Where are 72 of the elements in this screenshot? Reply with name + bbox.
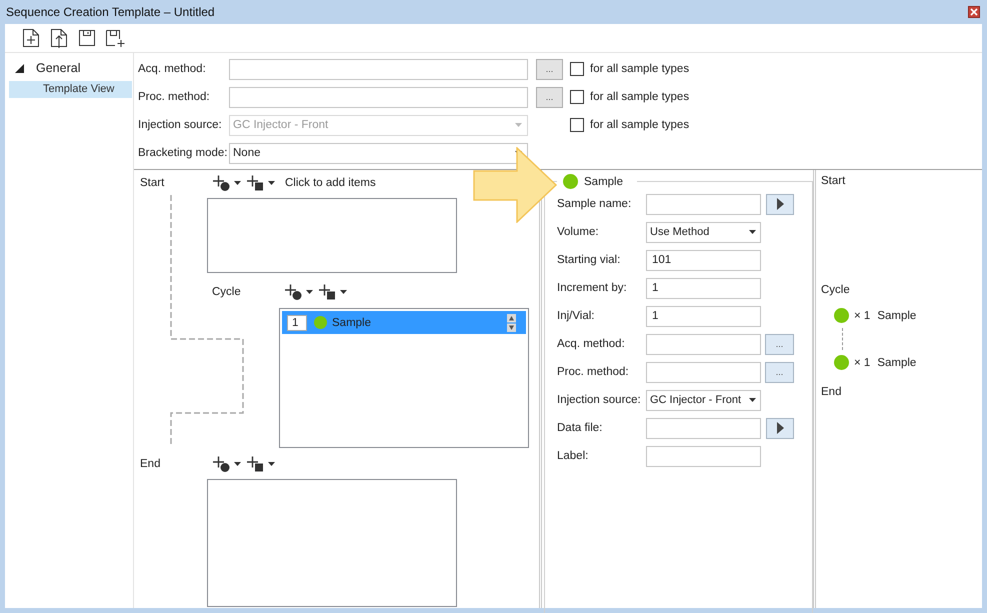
play-icon — [776, 422, 784, 434]
run-button[interactable] — [766, 418, 794, 438]
add-item-button[interactable] — [246, 455, 277, 472]
field-label: Acq. method: — [557, 338, 626, 350]
section-label: Start — [140, 176, 166, 188]
input-field[interactable] — [229, 86, 528, 108]
group-title: Sample — [584, 176, 623, 188]
dropdown[interactable]: None — [229, 142, 528, 164]
field-label: Increment by: — [557, 282, 628, 294]
field-label: Injection source: — [557, 394, 642, 406]
input-field[interactable] — [229, 58, 528, 80]
input-field[interactable] — [646, 418, 761, 438]
field-label: Label: — [557, 450, 590, 462]
section-label: End — [140, 458, 162, 470]
sidebar-group[interactable]: General — [36, 61, 80, 75]
section-label: Cycle — [821, 284, 851, 298]
input-field[interactable]: 1 — [646, 306, 761, 326]
count-field[interactable]: 1 — [287, 314, 307, 330]
field-label: Volume: — [557, 226, 600, 238]
caret-icon — [515, 123, 522, 127]
section-label: Cycle — [212, 286, 242, 298]
input-field[interactable] — [646, 446, 761, 466]
sidebar-item[interactable]: Template View — [9, 81, 132, 98]
start-list[interactable] — [207, 198, 457, 273]
play-icon — [776, 198, 784, 210]
end-list[interactable] — [207, 479, 457, 607]
checkbox-label: for all sample types — [590, 63, 690, 75]
input-field[interactable]: 101 — [646, 250, 761, 270]
dropdown[interactable]: Use Method — [646, 222, 761, 242]
close-button[interactable] — [968, 6, 980, 18]
browse-button[interactable]: ... — [536, 86, 563, 108]
count-text: × 1 — [854, 310, 870, 322]
count-text: × 1 — [854, 356, 870, 368]
caret-icon — [749, 398, 756, 402]
input-field[interactable] — [646, 334, 761, 354]
add-sample-button[interactable] — [284, 283, 315, 300]
field-label: Data file: — [557, 422, 604, 434]
browse-button[interactable]: ... — [765, 334, 794, 354]
run-button[interactable] — [766, 194, 794, 214]
section-label: End — [821, 386, 842, 400]
input-field[interactable]: 1 — [646, 278, 761, 298]
checkbox[interactable] — [570, 90, 584, 104]
field-label: Sample name: — [557, 198, 632, 210]
checkbox-label: for all sample types — [590, 119, 690, 131]
section-label: Start — [821, 175, 846, 189]
browse-button[interactable]: ... — [765, 362, 794, 382]
add-item-button[interactable] — [318, 283, 349, 300]
item-name: Sample — [332, 316, 372, 328]
add-sample-button[interactable] — [212, 455, 243, 472]
window-title: Sequence Creation Template – Untitled — [6, 5, 215, 19]
field-label: Proc. method: — [138, 91, 211, 103]
input-field[interactable] — [646, 194, 761, 214]
cycle-item[interactable]: 1 Sample — [282, 311, 526, 334]
spinner-icon[interactable] — [507, 314, 516, 332]
input-field[interactable] — [646, 362, 761, 382]
field-label: Bracketing mode: — [138, 147, 228, 159]
expand-triangle-icon[interactable] — [15, 64, 24, 72]
item-name: Sample — [877, 310, 916, 322]
field-label: Proc. method: — [557, 366, 630, 378]
item-name: Sample — [877, 356, 916, 368]
browse-button[interactable]: ... — [536, 58, 563, 80]
field-label: Inj/Vial: — [557, 310, 596, 322]
field-label: Starting vial: — [557, 254, 622, 266]
checkbox-label: for all sample types — [590, 91, 690, 103]
checkbox[interactable] — [570, 62, 584, 76]
add-sample-button[interactable] — [212, 174, 243, 191]
add-item-button[interactable] — [246, 174, 277, 191]
field-label: Acq. method: — [138, 63, 207, 75]
field-label: Injection source: — [138, 119, 223, 131]
dropdown[interactable]: GC Injector - Front — [646, 390, 761, 410]
caret-icon — [749, 230, 756, 234]
hint-text: Click to add items — [285, 176, 376, 188]
